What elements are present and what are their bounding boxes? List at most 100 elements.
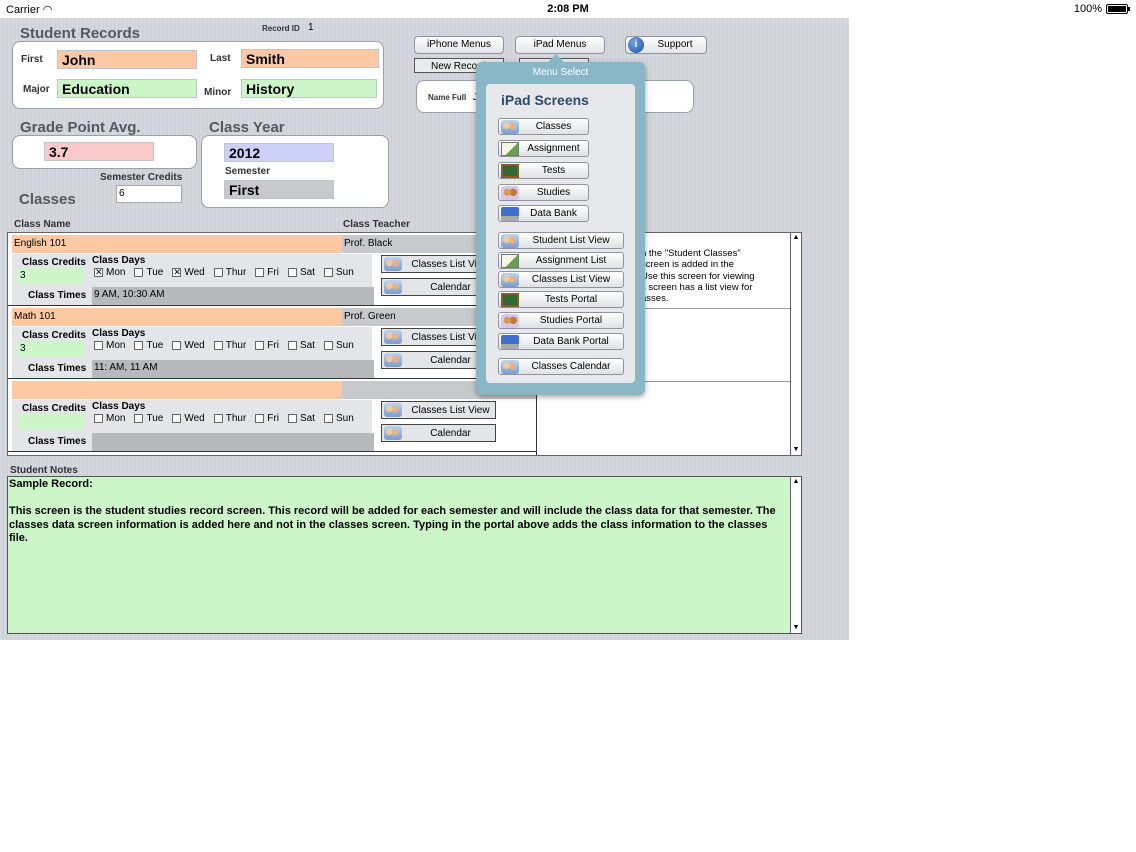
scroll-up-icon[interactable]: ▲ xyxy=(792,478,800,486)
scroll-up-icon[interactable]: ▲ xyxy=(792,234,800,242)
checkbox-icon[interactable] xyxy=(255,414,265,423)
day-checkbox-tue[interactable]: Tue xyxy=(134,340,163,351)
checkbox-icon[interactable] xyxy=(255,341,265,350)
checkbox-icon[interactable] xyxy=(134,414,144,423)
checkbox-icon[interactable] xyxy=(213,268,223,277)
day-checkbox-sun[interactable]: Sun xyxy=(323,340,354,351)
class-times-field[interactable] xyxy=(92,433,374,451)
support-button[interactable]: i Support xyxy=(625,36,707,54)
clock: 2:08 PM xyxy=(547,3,589,15)
day-checkbox-sun[interactable]: Sun xyxy=(323,413,354,424)
day-label: Sun xyxy=(335,340,354,351)
side-text-line: Use this screen for viewing xyxy=(641,270,755,282)
menu-item-assignment[interactable]: Assignment xyxy=(498,140,589,157)
ipad-menus-button[interactable]: iPad Menus xyxy=(515,36,605,54)
class-credits-field[interactable]: 3 xyxy=(18,341,83,357)
class-name-field[interactable]: English 101 xyxy=(12,235,342,253)
popover-body: iPad Screens Classes Assignment Tests Studi… xyxy=(486,84,635,383)
menu-item-data-bank-portal[interactable]: Data Bank Portal xyxy=(498,333,624,350)
checkbox-icon[interactable] xyxy=(94,414,103,423)
menu-item-assignment-list[interactable]: Assignment List xyxy=(498,252,624,269)
day-checkbox-mon[interactable]: Mon xyxy=(94,413,125,424)
checkbox-icon[interactable] xyxy=(255,268,265,277)
scroll-down-icon[interactable]: ▼ xyxy=(792,624,800,632)
checkbox-icon[interactable] xyxy=(323,268,333,277)
class-times-field[interactable]: 9 AM, 10:30 AM xyxy=(92,287,374,305)
last-name-label: Last xyxy=(210,53,231,64)
student-notes-text[interactable]: Sample Record: This screen is the studen… xyxy=(9,478,789,546)
record-id-value: 1 xyxy=(308,22,314,33)
day-checkbox-wed[interactable]: ✕ Wed xyxy=(172,267,205,278)
checkbox-icon[interactable]: ✕ xyxy=(94,268,103,277)
checkbox-icon[interactable] xyxy=(134,341,144,350)
day-checkbox-thur[interactable]: Thur xyxy=(213,267,246,278)
laptop-icon xyxy=(501,334,519,349)
class-name-field[interactable]: Math 101 xyxy=(12,308,342,326)
class-teacher-header: Class Teacher xyxy=(343,219,411,230)
day-checkbox-thur[interactable]: Thur xyxy=(213,413,246,424)
menu-item-studies[interactable]: Studies xyxy=(498,184,589,201)
day-checkbox-fri[interactable]: Fri xyxy=(255,340,279,351)
iphone-menus-button[interactable]: iPhone Menus xyxy=(414,36,504,54)
day-label: Sat xyxy=(299,413,315,424)
menu-item-data-bank[interactable]: Data Bank xyxy=(498,205,589,222)
checkbox-icon[interactable]: ✕ xyxy=(172,268,182,277)
menu-item-studies-portal[interactable]: Studies Portal xyxy=(498,312,624,329)
day-checkbox-sun[interactable]: Sun xyxy=(323,267,354,278)
class-year-field[interactable]: 2012 xyxy=(224,143,334,162)
menu-item-classes[interactable]: Classes xyxy=(498,118,589,135)
menu-item-tests[interactable]: Tests xyxy=(498,162,589,179)
checkbox-icon[interactable] xyxy=(172,414,182,423)
menu-item-student-list-view[interactable]: Student List View xyxy=(498,232,624,249)
people-icon xyxy=(501,272,519,287)
checkbox-icon[interactable] xyxy=(213,414,223,423)
day-checkbox-mon[interactable]: ✕ Mon xyxy=(94,267,125,278)
checkbox-icon[interactable] xyxy=(287,341,297,350)
day-checkbox-sat[interactable]: Sat xyxy=(287,340,315,351)
minor-label: Minor xyxy=(204,87,232,98)
checkbox-icon[interactable] xyxy=(287,268,297,277)
day-checkbox-tue[interactable]: Tue xyxy=(134,267,163,278)
major-field[interactable]: Education xyxy=(57,79,197,98)
menu-item-classes-calendar[interactable]: Classes Calendar xyxy=(498,358,624,375)
notes-scrollbar[interactable]: ▲ ▼ xyxy=(790,477,801,633)
day-checkbox-thur[interactable]: Thur xyxy=(213,340,246,351)
day-checkbox-tue[interactable]: Tue xyxy=(134,413,163,424)
gpa-field[interactable]: 3.7 xyxy=(44,142,154,161)
semester-field[interactable]: First xyxy=(224,180,334,199)
checkbox-icon[interactable] xyxy=(94,341,103,350)
study-group-icon xyxy=(501,313,519,328)
class-credits-field[interactable] xyxy=(18,414,83,430)
first-name-field[interactable]: John xyxy=(57,50,197,69)
day-checkbox-sat[interactable]: Sat xyxy=(287,267,315,278)
checkbox-icon[interactable] xyxy=(172,341,182,350)
day-checkbox-mon[interactable]: Mon xyxy=(94,340,125,351)
day-checkbox-sat[interactable]: Sat xyxy=(287,413,315,424)
side-text-line: asses. xyxy=(641,293,669,305)
day-checkbox-fri[interactable]: Fri xyxy=(255,267,279,278)
minor-field[interactable]: History xyxy=(241,79,377,98)
day-label: Mon xyxy=(106,340,126,351)
scroll-down-icon[interactable]: ▼ xyxy=(792,446,800,454)
classes-portal[interactable]: English 101 Prof. Black Class Credits 3 … xyxy=(7,232,802,456)
checkbox-icon[interactable] xyxy=(287,414,297,423)
checkbox-icon[interactable] xyxy=(323,341,333,350)
day-checkbox-fri[interactable]: Fri xyxy=(255,413,279,424)
student-notes-field[interactable]: Sample Record: This screen is the studen… xyxy=(7,476,802,634)
portal-scrollbar[interactable]: ▲ ▼ xyxy=(790,233,801,455)
calendar-button[interactable]: Calendar xyxy=(381,424,496,442)
day-checkbox-wed[interactable]: Wed xyxy=(172,413,205,424)
day-checkbox-wed[interactable]: Wed xyxy=(172,340,205,351)
checkbox-icon[interactable] xyxy=(213,341,223,350)
checkbox-icon[interactable] xyxy=(134,268,144,277)
menu-item-label: Data Bank xyxy=(530,208,577,219)
class-credits-field[interactable]: 3 xyxy=(18,268,83,284)
checkbox-icon[interactable] xyxy=(323,414,333,423)
class-times-field[interactable]: 11: AM, 11 AM xyxy=(92,360,374,378)
menu-item-tests-portal[interactable]: Tests Portal xyxy=(498,291,624,308)
menu-item-classes-list-view[interactable]: Classes List View xyxy=(498,271,624,288)
classes-list-view-button[interactable]: Classes List View xyxy=(381,401,496,419)
semester-credits-field[interactable]: 6 xyxy=(116,185,182,203)
class-name-field[interactable] xyxy=(12,381,342,399)
last-name-field[interactable]: Smith xyxy=(241,49,379,68)
